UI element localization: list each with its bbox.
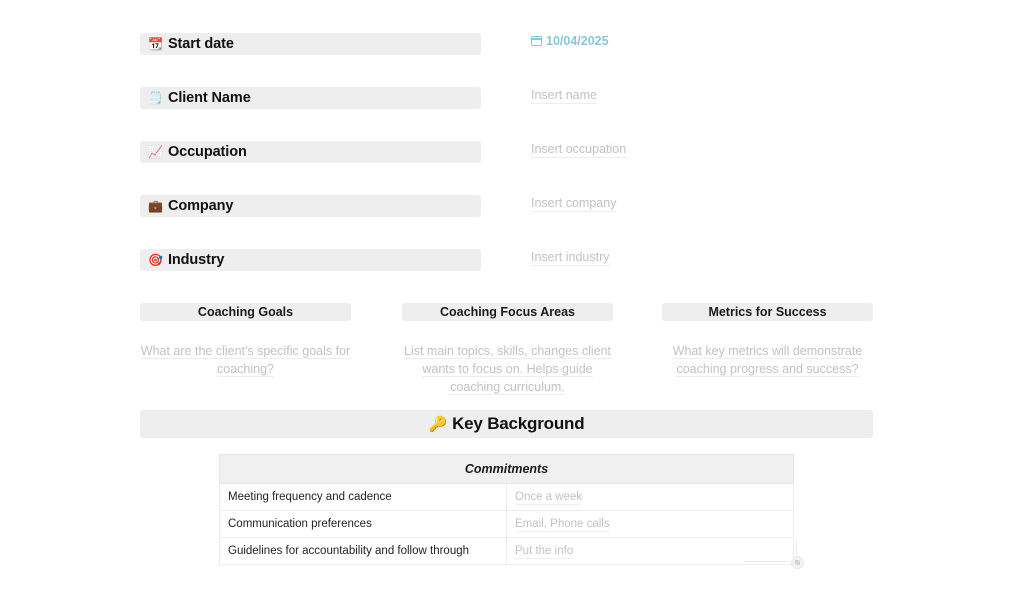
occupation-placeholder: Insert occupation: [531, 142, 627, 158]
table-header-row: Commitments: [219, 454, 794, 484]
note-card-icon: 🗒️: [148, 91, 163, 105]
field-label-client-name: Client Name: [167, 90, 251, 106]
calendar-small-icon: [531, 36, 542, 46]
chart-increasing-icon: 📈: [148, 145, 163, 159]
field-row-client-name: 🗒️ Client Name Insert name: [140, 87, 884, 109]
resize-guide-horizontal: [744, 561, 789, 562]
row-label-communication-preferences: Communication preferences: [219, 510, 507, 538]
table-row: Meeting frequency and cadence Once a wee…: [219, 483, 794, 511]
row-value-text-accountability-guidelines: Put the info: [515, 545, 574, 559]
field-label-industry: Industry: [167, 252, 225, 268]
row-value-meeting-frequency[interactable]: Once a week: [506, 483, 794, 511]
column-coaching-goals: Coaching Goals What are the client's spe…: [140, 303, 351, 378]
column-heading-metrics-for-success[interactable]: Metrics for Success: [662, 303, 873, 321]
client-name-placeholder: Insert name: [531, 88, 598, 104]
column-metrics-for-success: Metrics for Success What key metrics wil…: [662, 303, 873, 378]
briefcase-icon: 💼: [148, 199, 163, 213]
row-label-accountability-guidelines: Guidelines for accountability and follow…: [219, 537, 507, 565]
field-value-industry[interactable]: Insert industry: [531, 250, 610, 266]
column-body-text-coaching-goals: What are the client's specific goals for…: [140, 344, 351, 377]
field-value-company[interactable]: Insert company: [531, 196, 617, 212]
field-value-occupation[interactable]: Insert occupation: [531, 142, 627, 158]
field-label-pill-occupation[interactable]: 📈 Occupation: [140, 141, 481, 163]
industry-placeholder: Insert industry: [531, 250, 610, 266]
field-row-start-date: 📆 Start date 10/04/2025: [140, 33, 884, 55]
row-value-communication-preferences[interactable]: Email, Phone calls: [506, 510, 794, 538]
commitments-table: Commitments Meeting frequency and cadenc…: [219, 454, 794, 565]
field-row-industry: 🎯 Industry Insert industry: [140, 249, 884, 271]
column-coaching-focus-areas: Coaching Focus Areas List main topics, s…: [402, 303, 613, 396]
key-icon: 🔑: [428, 415, 448, 433]
commitments-table-wrapper: Commitments Meeting frequency and cadenc…: [219, 454, 794, 565]
key-background-banner[interactable]: 🔑 Key Background: [140, 410, 873, 438]
key-background-title: Key Background: [452, 414, 585, 433]
column-heading-coaching-focus-areas[interactable]: Coaching Focus Areas: [402, 303, 613, 321]
field-value-client-name[interactable]: Insert name: [531, 88, 598, 104]
column-body-text-metrics-for-success: What key metrics will demonstrate coachi…: [672, 344, 863, 377]
column-body-text-coaching-focus-areas: List main topics, skills, changes client…: [403, 344, 612, 395]
column-body-coaching-focus-areas[interactable]: List main topics, skills, changes client…: [402, 342, 613, 396]
resize-guide-vertical: [796, 540, 797, 555]
commitments-header: Commitments: [219, 454, 794, 484]
field-value-start-date[interactable]: 10/04/2025: [531, 34, 609, 49]
field-label-company: Company: [167, 198, 234, 214]
document-canvas: 📆 Start date 10/04/2025 🗒️ Client Name I…: [0, 0, 1024, 597]
field-label-start-date: Start date: [167, 36, 234, 52]
column-body-coaching-goals[interactable]: What are the client's specific goals for…: [140, 342, 351, 378]
field-row-company: 💼 Company Insert company: [140, 195, 884, 217]
dart-target-icon: 🎯: [148, 253, 163, 267]
start-date-text: 10/04/2025: [546, 34, 609, 48]
field-label-pill-industry[interactable]: 🎯 Industry: [140, 249, 481, 271]
row-label-meeting-frequency: Meeting frequency and cadence: [219, 483, 507, 511]
row-value-text-communication-preferences: Email, Phone calls: [515, 518, 610, 532]
table-resize-handle-icon[interactable]: [791, 556, 804, 569]
field-label-pill-company[interactable]: 💼 Company: [140, 195, 481, 217]
company-placeholder: Insert company: [531, 196, 617, 212]
table-row: Communication preferences Email, Phone c…: [219, 510, 794, 538]
row-value-text-meeting-frequency: Once a week: [515, 491, 583, 505]
column-body-metrics-for-success[interactable]: What key metrics will demonstrate coachi…: [662, 342, 873, 378]
column-heading-coaching-goals[interactable]: Coaching Goals: [140, 303, 351, 321]
field-label-pill-start-date[interactable]: 📆 Start date: [140, 33, 481, 55]
field-label-pill-client-name[interactable]: 🗒️ Client Name: [140, 87, 481, 109]
field-label-occupation: Occupation: [167, 144, 247, 160]
calendar-icon: 📆: [148, 37, 163, 51]
table-row: Guidelines for accountability and follow…: [219, 537, 794, 565]
field-row-occupation: 📈 Occupation Insert occupation: [140, 141, 884, 163]
